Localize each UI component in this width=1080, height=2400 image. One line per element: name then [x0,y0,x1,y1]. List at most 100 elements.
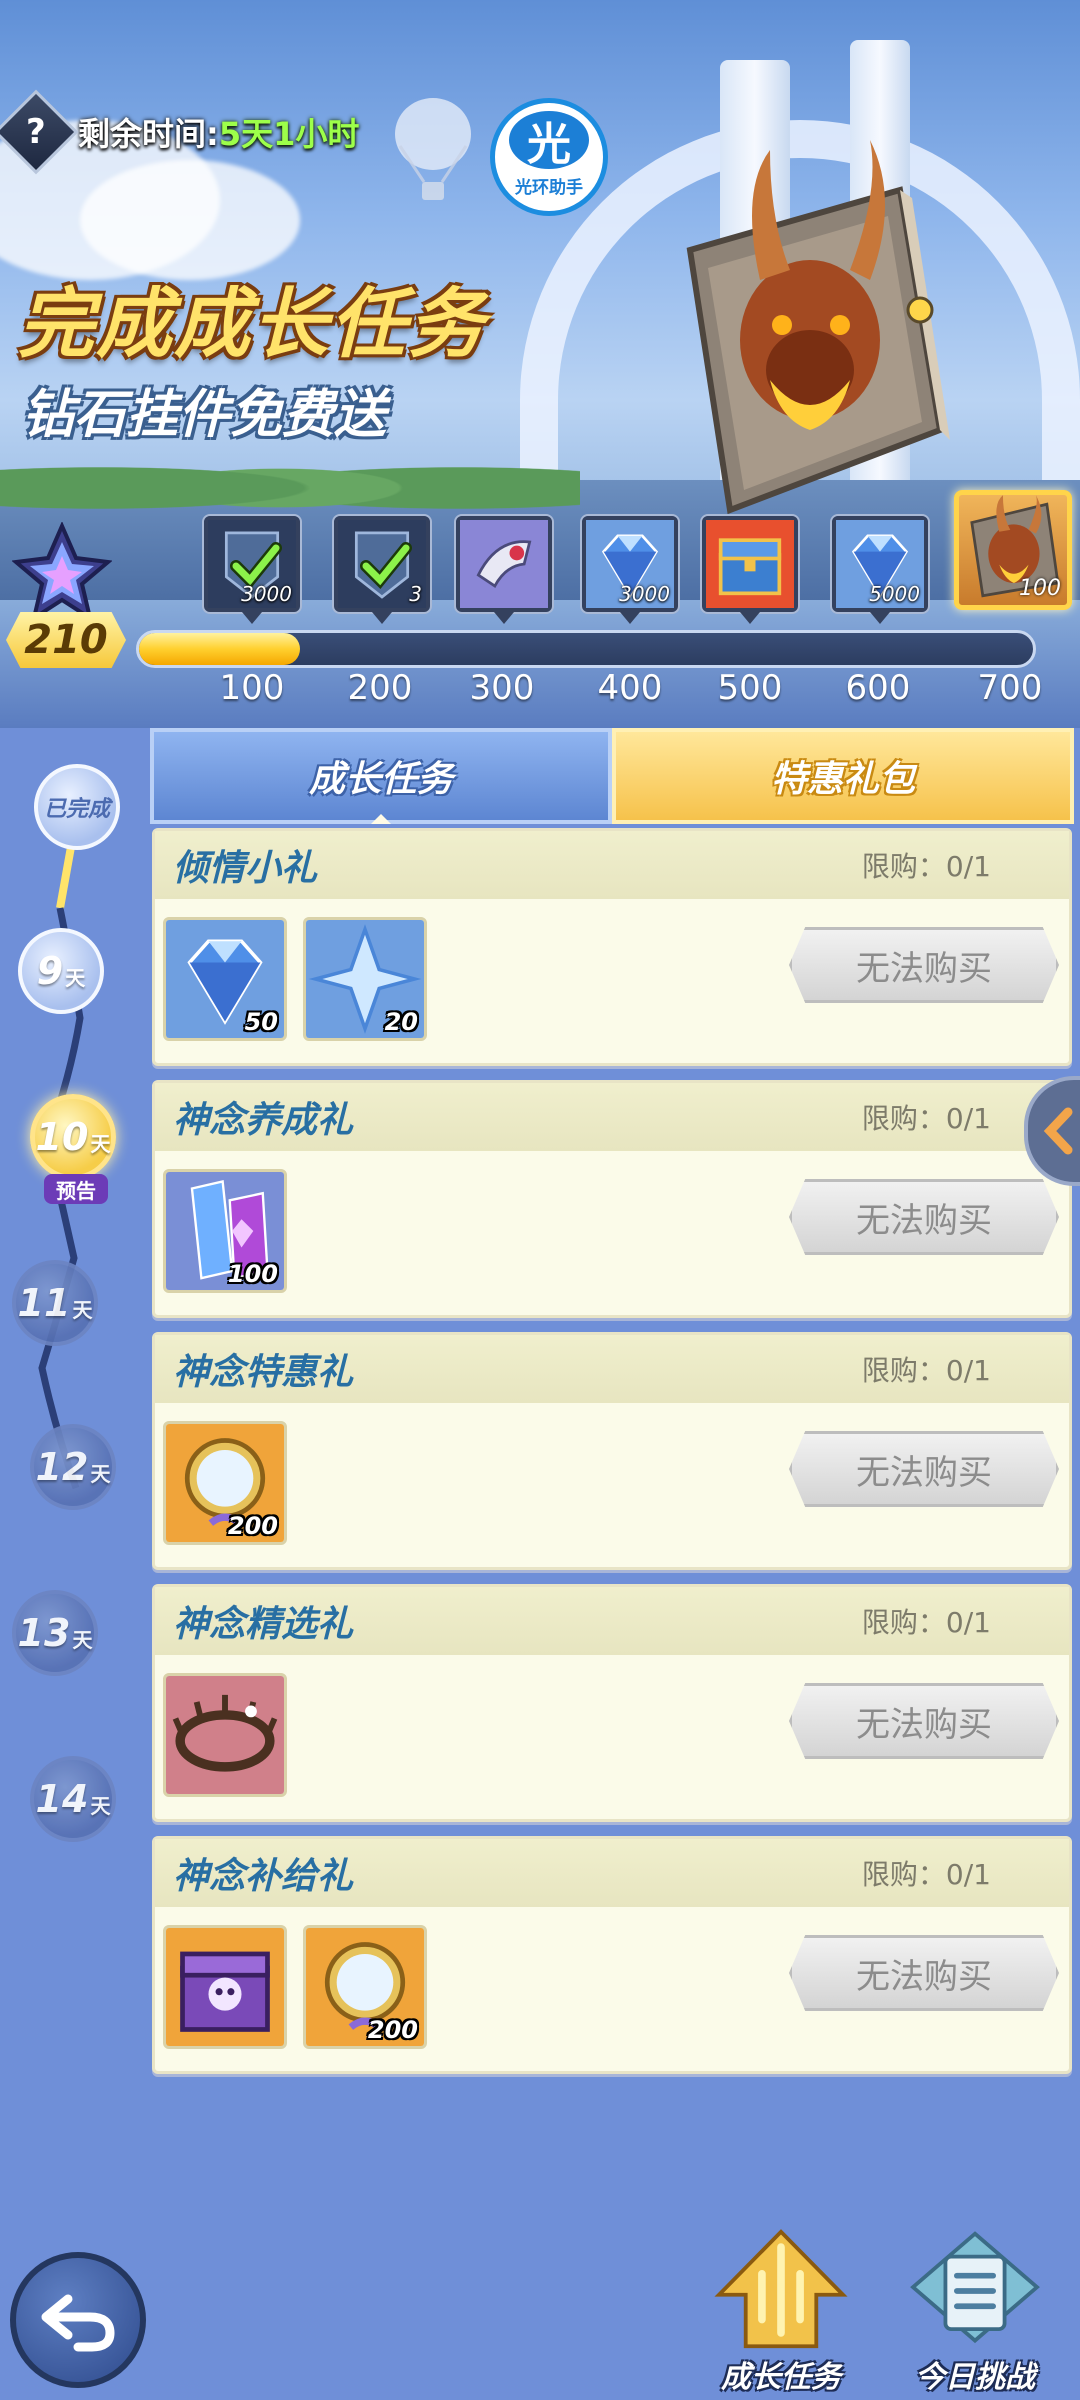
progress-tick: 400 [597,668,663,708]
day-unit: 天 [72,1297,93,1322]
star-gem-icon [12,522,112,622]
day-number: 10 [35,1115,89,1159]
purchase-limit: 限购：0/1 [861,1354,991,1387]
treasure-chest-icon [706,520,794,608]
gift-item[interactable]: 50 [163,917,287,1041]
tab-special-packs[interactable]: 特惠礼包 [612,728,1074,824]
progress-tick: 300 [469,668,535,708]
gauntlet-icon [460,520,548,608]
timer-value: 5天1小时 [218,115,360,153]
day-node[interactable]: 14 天 [30,1756,116,1842]
day-node[interactable]: 已完成 [34,764,120,850]
gift-title: 倾情小礼 [173,848,318,889]
promo-title: 完成成长任务 [18,279,486,368]
gift-title: 神念特惠礼 [173,1352,354,1393]
gift-title: 神念精选礼 [173,1604,354,1645]
helper-glyph: 光 [509,110,589,170]
progress-tick: 200 [347,668,413,708]
timer-label: 剩余时间: [78,115,219,153]
return-arrow-icon [41,2294,115,2352]
milestone-reward[interactable]: 3000 [582,516,678,612]
day-number: 12 [35,1445,89,1489]
progress-tick: 100 [219,668,285,708]
gift-title: 神念补给礼 [173,1856,354,1897]
gift-card: 神念补给礼 限购：0/1 无法购买 200 [152,1836,1072,2074]
milestone-reward[interactable] [702,516,798,612]
gift-card-body: 无法购买 50 20 [155,899,1069,1063]
gift-card-header: 神念补给礼 限购：0/1 [155,1839,1069,1907]
preview-tag: 预告 [44,1174,108,1204]
promo-subtitle: 钻石挂件免费送 [22,385,387,445]
day-number: 9 [36,949,64,993]
check-icon [360,538,412,590]
reward-amount: 5000 [869,582,920,606]
buy-button[interactable]: 无法购买 [789,1431,1059,1507]
purchase-limit: 限购：0/1 [861,850,991,883]
buy-button[interactable]: 无法购买 [789,927,1059,1003]
gift-item[interactable]: 200 [163,1421,287,1545]
item-amount: 20 [384,1008,418,1036]
chevron-left-icon [1043,1107,1073,1155]
milestone-reward[interactable]: 3000 [204,516,300,612]
day-label: 已完成 [43,797,110,822]
gift-item[interactable]: 200 [303,1925,427,2049]
gift-card: 倾情小礼 限购：0/1 无法购买 50 20 [152,828,1072,1066]
gift-card-body: 无法购买 100 [155,1151,1069,1315]
item-amount: 50 [244,1008,278,1036]
gift-card-header: 神念特惠礼 限购：0/1 [155,1335,1069,1403]
day-node[interactable]: 13 天 [12,1590,98,1676]
day-node[interactable]: 9天 [18,928,104,1014]
buy-button[interactable]: 无法购买 [789,1935,1059,2011]
nav-daily-challenge-label: 今日挑战 [915,2360,1035,2395]
thorn-crown-icon [166,1676,284,1794]
purchase-limit: 限购：0/1 [861,1606,991,1639]
progress-tick: 600 [845,668,911,708]
day-unit: 天 [65,965,86,990]
helper-label: 光环助手 [515,177,583,198]
helper-badge[interactable]: 光 光环助手 [490,98,608,216]
milestone-reward[interactable]: 5000 [832,516,928,612]
buy-button[interactable]: 无法购买 [789,1683,1059,1759]
nav-growth-tasks[interactable]: 成长任务 [696,2228,866,2400]
tab-bar: 成长任务 特惠礼包 [150,728,1074,824]
item-amount: 200 [227,1512,278,1540]
milestone-reward[interactable]: 3 [334,516,430,612]
progress-bar [136,630,1036,668]
nav-growth-tasks-label: 成长任务 [721,2360,841,2395]
milestone-reward[interactable] [456,516,552,612]
skull-chest-icon [166,1928,284,2046]
gift-card-header: 神念精选礼 限购：0/1 [155,1587,1069,1655]
purchase-limit: 限购：0/1 [861,1858,991,1891]
tab-growth-tasks[interactable]: 成长任务 [150,728,612,824]
help-icon[interactable]: ? [0,89,79,175]
gift-item[interactable]: 20 [303,917,427,1041]
buy-button[interactable]: 无法购买 [789,1179,1059,1255]
reward-amount: 3000 [241,582,292,606]
day-unit: 天 [90,1131,111,1156]
gift-card: 神念养成礼 限购：0/1 无法购买 100 [152,1080,1072,1318]
day-node[interactable]: 11 天 [12,1260,98,1346]
gift-item[interactable] [163,1925,287,2049]
purchase-limit: 限购：0/1 [861,1102,991,1135]
dragon-book-icon [686,140,950,515]
day-unit: 天 [90,1793,111,1818]
item-amount: 200 [367,2016,418,2044]
day-node[interactable]: 12 天 [30,1424,116,1510]
gift-item[interactable]: 100 [163,1169,287,1293]
reward-amount: 3 [409,582,422,606]
growth-progress: 210 100 200 300 400 500 600 700 3000 3 3000 5000 … [0,490,1080,728]
progress-tick: 700 [977,668,1043,708]
trident-icon [714,2229,848,2349]
progress-tick: 500 [717,668,783,708]
final-reward[interactable]: 100 [954,490,1072,610]
nav-daily-challenge[interactable]: 今日挑战 [890,2228,1060,2400]
day-node[interactable]: 10 天 [30,1094,116,1180]
day-number: 14 [35,1777,89,1821]
remaining-time: ? 剩余时间: 5天1小时 [0,89,360,175]
gift-item[interactable] [163,1673,287,1797]
hot-air-balloon-icon [395,98,471,200]
back-button[interactable] [10,2252,146,2388]
score-badge: 210 [6,612,126,668]
gift-card-body: 无法购买 200 [155,1907,1069,2071]
gift-card: 神念精选礼 限购：0/1 无法购买 [152,1584,1072,1822]
